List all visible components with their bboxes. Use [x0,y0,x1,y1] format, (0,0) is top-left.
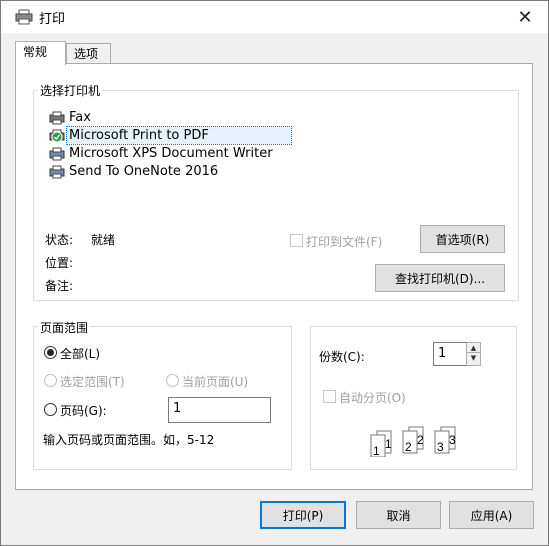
current-page-radio[interactable] [166,374,179,387]
collate-page-number: 3 [437,440,444,454]
printer-name: Send To OneNote 2016 [69,164,219,179]
selection-radio[interactable] [44,374,57,387]
pages-radio[interactable] [44,403,57,416]
spin-down-icon[interactable]: ▼ [467,353,480,363]
pages-label: 页码(G): [60,404,107,418]
printer-icon [49,147,65,161]
tab-options[interactable]: 选项 [66,43,111,65]
collate-page-number: 2 [405,440,412,454]
find-printer-button[interactable]: 查找打印机(D)... [375,264,505,292]
status-value: 就绪 [91,233,116,247]
collate-checkbox[interactable] [323,390,336,403]
print-button[interactable]: 打印(P) [260,501,346,529]
printer-name: Fax [69,110,91,125]
collate-page-number: 2 [417,433,424,447]
printer-group-legend: 选择打印机 [38,82,103,99]
printer-name: Microsoft Print to PDF [66,126,292,145]
copies-spinner[interactable]: ▲ ▼ [466,342,481,366]
collate-label: 自动分页(O) [339,391,406,405]
preferences-button[interactable]: 首选项(R) [420,225,505,253]
status-label: 状态: [45,233,74,247]
location-label: 位置: [45,256,74,270]
close-icon[interactable]: ✕ [508,5,542,29]
printer-name: Microsoft XPS Document Writer [69,146,273,161]
spin-up-icon[interactable]: ▲ [467,343,480,353]
apply-button[interactable]: 应用(A) [449,501,534,529]
collate-page-number: 1 [385,437,392,451]
cancel-button[interactable]: 取消 [356,501,441,529]
comment-label: 备注: [45,279,74,293]
fax-printer-icon [49,111,65,125]
collate-page-number: 3 [449,433,456,447]
printer-icon [49,165,65,179]
copies-input[interactable]: 1 [433,342,467,366]
title-bar: 打印 ✕ [1,1,548,33]
print-to-file-label: 打印到文件(F) [306,235,383,249]
page-range-hint: 输入页码或页面范围。如，5-12 [43,433,215,447]
pages-input[interactable]: 1 [168,397,271,423]
default-printer-icon [49,129,65,143]
print-to-file-checkbox[interactable] [290,234,303,247]
page-range-legend: 页面范围 [38,319,91,336]
copies-label: 份数(C): [319,350,365,364]
all-pages-label: 全部(L) [60,347,101,361]
print-dialog: 打印 ✕ 常规 选项 选择打印机 Fax Microsoft Print to … [0,0,549,546]
printer-icon [15,9,33,25]
all-pages-radio[interactable] [44,346,57,359]
collate-icon: 1 1 2 2 3 3 [367,423,467,458]
tab-general[interactable]: 常规 [15,41,66,65]
window-title: 打印 [39,12,66,27]
current-page-label: 当前页面(U) [182,375,249,389]
collate-page-number: 1 [373,444,380,457]
selection-label: 选定范围(T) [60,375,125,389]
